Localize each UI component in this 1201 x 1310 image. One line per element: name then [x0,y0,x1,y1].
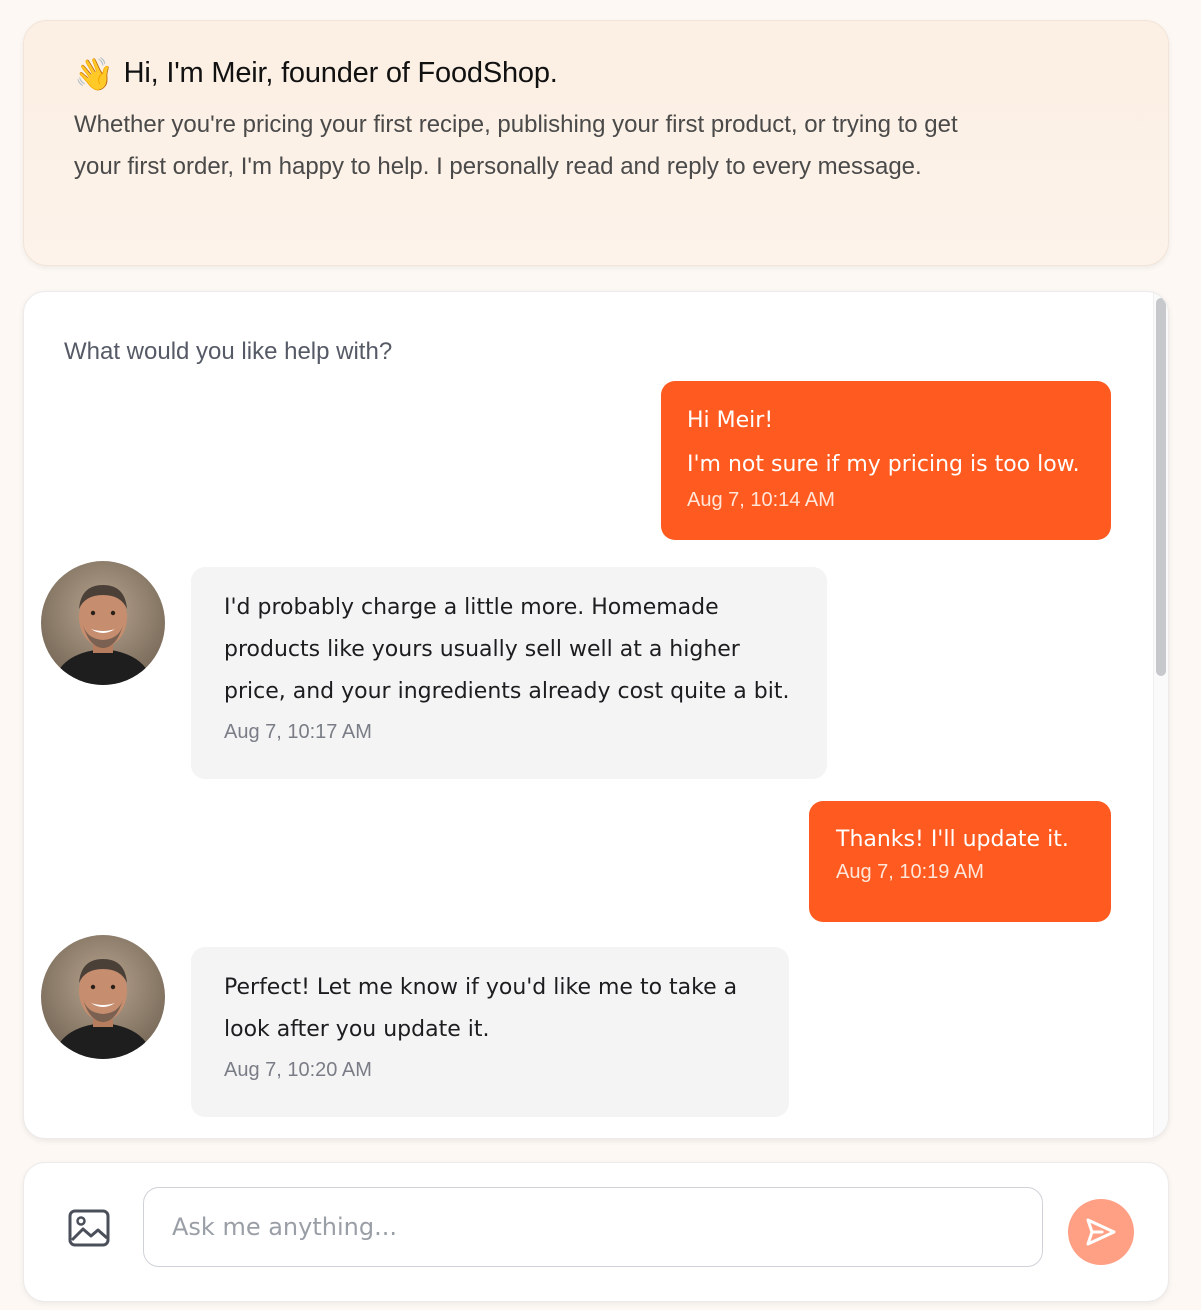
message-timestamp: Aug 7, 10:20 AM [224,1059,372,1081]
intro-card: 👋 Hi, I'm Meir, founder of FoodShop. Whe… [23,20,1169,266]
founder-avatar [41,935,165,1059]
intro-title-text: Hi, I'm Meir, founder of FoodShop. [123,57,558,89]
chat-prompt: What would you like help with? [64,338,393,365]
message-timestamp: Aug 7, 10:17 AM [224,721,372,743]
send-button[interactable] [1068,1199,1134,1265]
wave-hand-icon: 👋 [74,55,114,92]
message-text: Perfect! Let me know if you'd like me to… [224,975,738,1042]
founder-message: I'd probably charge a little more. Homem… [191,567,827,779]
message-text: I'd probably charge a little more. Homem… [224,595,790,704]
message-timestamp: Aug 7, 10:19 AM [836,861,984,883]
user-message: Hi Meir! I'm not sure if my pricing is t… [661,381,1111,540]
message-line: I'm not sure if my pricing is too low. [687,452,1080,477]
image-icon[interactable] [68,1209,110,1247]
user-message: Thanks! I'll update it. Aug 7, 10:19 AM [809,801,1111,922]
intro-title: 👋 Hi, I'm Meir, founder of FoodShop. [74,57,1118,90]
message-line: Hi Meir! [687,408,774,433]
founder-avatar-image [41,561,165,685]
chat-thread[interactable]: What would you like help with? Hi Meir! … [23,291,1169,1139]
founder-message: Perfect! Let me know if you'd like me to… [191,947,789,1117]
founder-avatar [41,561,165,685]
send-icon [1086,1218,1116,1246]
scrollbar[interactable] [1153,292,1168,1138]
message-input[interactable] [143,1187,1043,1267]
message-text: Thanks! I'll update it. [836,827,1069,852]
composer [23,1162,1169,1302]
founder-avatar-image [41,935,165,1059]
intro-description: Whether you're pricing your first recipe… [74,111,958,180]
message-timestamp: Aug 7, 10:14 AM [687,489,835,511]
scrollbar-thumb[interactable] [1156,298,1166,676]
